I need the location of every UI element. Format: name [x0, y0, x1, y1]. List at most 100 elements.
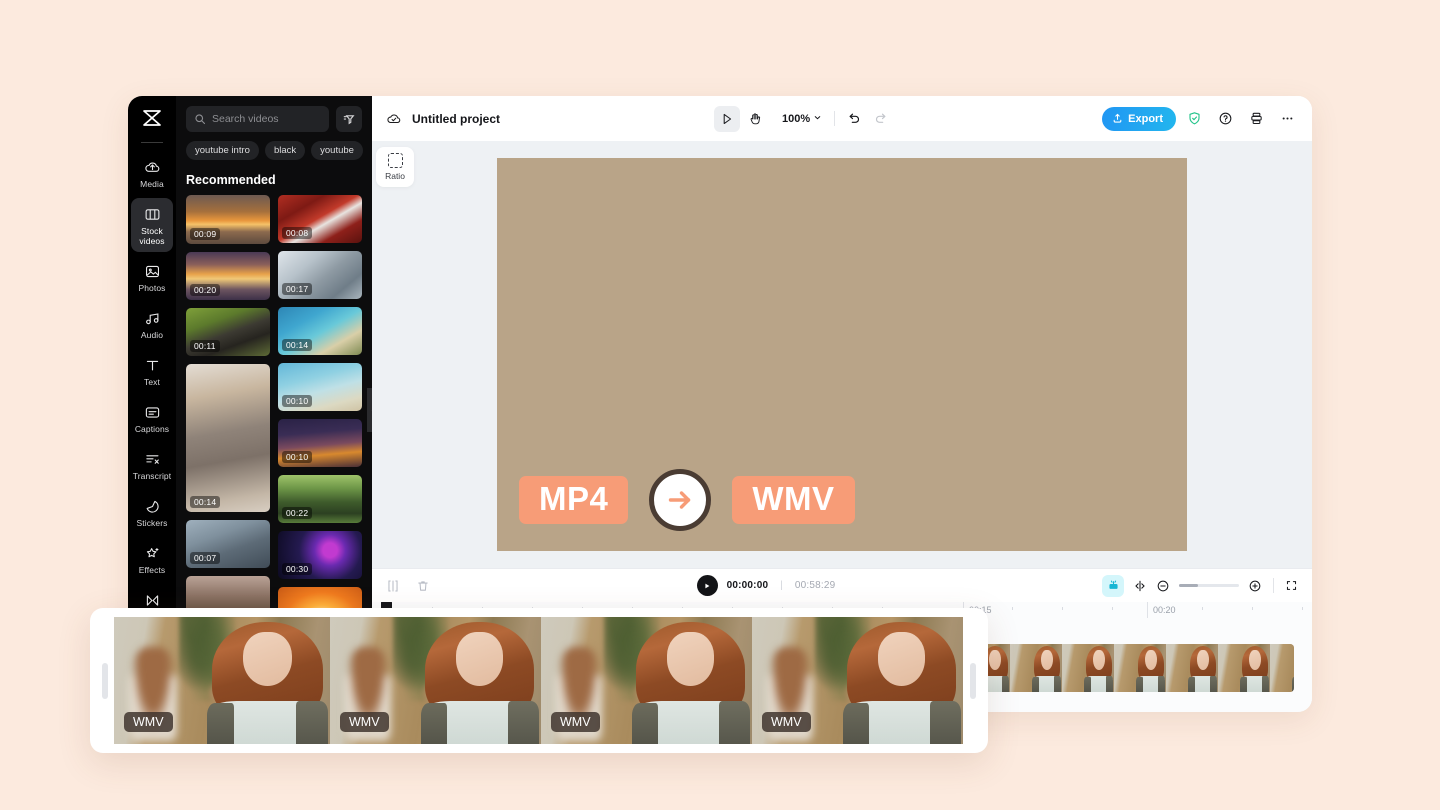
thumbnail-duration: 00:22	[282, 507, 312, 519]
thumbnail-grid: 00:09 00:20 00:11 00:14 00:07	[186, 195, 362, 635]
toolbar-divider	[1273, 578, 1274, 593]
thumbnail-duration: 00:20	[190, 284, 220, 296]
rail-divider	[141, 142, 163, 143]
frame-format-tag: WMV	[762, 712, 811, 732]
stock-video-thumbnail[interactable]: 00:08	[278, 195, 362, 243]
filter-chip-youtube-intro[interactable]: youtube intro	[186, 141, 259, 160]
split-clip-icon[interactable]	[386, 579, 400, 593]
thumbnail-duration: 00:11	[190, 340, 220, 352]
thumbnail-duration: 00:08	[282, 227, 312, 239]
filmstrip-frame[interactable]: WMV	[330, 617, 541, 744]
stock-video-thumbnail[interactable]: 00:10	[278, 419, 362, 467]
filter-funnel-icon[interactable]	[336, 106, 362, 132]
cloud-upload-icon	[143, 158, 161, 176]
stack-layers-icon[interactable]	[1243, 106, 1269, 132]
export-button-label: Export	[1128, 113, 1163, 125]
canvas-tools	[714, 106, 768, 132]
sidebar-item-effects[interactable]: Effects	[131, 537, 173, 581]
stock-video-thumbnail[interactable]: 00:10	[278, 363, 362, 411]
sidebar-item-text[interactable]: Text	[131, 349, 173, 393]
playback-controls: 00:00:00 | 00:58:29	[697, 575, 836, 596]
plus-circle-icon[interactable]	[1248, 579, 1262, 593]
fit-width-icon[interactable]	[1133, 579, 1147, 593]
sidebar-item-transcript[interactable]: Transcript	[131, 443, 173, 487]
filmstrip-left-handle[interactable]	[102, 663, 108, 699]
sidebar-item-label: Captions	[135, 424, 169, 434]
video-preview[interactable]: MP4 WMV	[497, 158, 1187, 551]
timeline-zoom-slider[interactable]	[1179, 584, 1239, 587]
sidebar-item-stickers[interactable]: Stickers	[131, 490, 173, 534]
stock-video-thumbnail[interactable]: 00:17	[278, 251, 362, 299]
stock-video-thumbnail[interactable]: 00:30	[278, 531, 362, 579]
filter-chip-youtube[interactable]: youtube	[311, 141, 363, 160]
hand-icon[interactable]	[742, 106, 768, 132]
filmstrip-frame[interactable]: WMV	[114, 617, 330, 744]
thumbnail-duration: 00:07	[190, 552, 220, 564]
search-input[interactable]: Search videos	[186, 106, 329, 132]
sidebar-item-stock-videos[interactable]: Stock videos	[131, 198, 173, 252]
arrow-right-icon	[649, 469, 711, 531]
top-right-actions: Export	[1102, 106, 1300, 132]
stock-video-thumbnail[interactable]: 00:14	[278, 307, 362, 355]
minus-circle-icon[interactable]	[1156, 579, 1170, 593]
shield-check-icon[interactable]	[1181, 106, 1207, 132]
filter-chip-black[interactable]: black	[265, 141, 305, 160]
play-button[interactable]	[697, 575, 718, 596]
ratio-button[interactable]: Ratio	[376, 147, 414, 187]
sidebar-item-captions[interactable]: Captions	[131, 396, 173, 440]
format-conversion-overlay: MP4 WMV	[519, 469, 855, 531]
thumbnail-duration: 00:09	[190, 228, 220, 240]
stock-video-thumbnail[interactable]: 00:22	[278, 475, 362, 523]
sidebar-item-label: Audio	[141, 330, 163, 340]
sidebar-item-label: Transcript	[133, 471, 171, 481]
current-timecode: 00:00:00	[727, 580, 769, 591]
ellipsis-icon[interactable]	[1274, 106, 1300, 132]
film-strip-icon	[143, 205, 161, 223]
filter-chip-list: youtube intro black youtube	[186, 141, 362, 160]
ruler-mark: 00:20	[1147, 602, 1176, 618]
undo-arrow-icon[interactable]	[847, 111, 862, 126]
thumbnail-duration: 00:10	[282, 451, 312, 463]
stock-video-thumbnail[interactable]: 00:09	[186, 195, 270, 244]
question-circle-icon[interactable]	[1212, 106, 1238, 132]
filmstrip-overlay[interactable]: WMV WMV WMV WMV	[90, 608, 988, 753]
export-button[interactable]: Export	[1102, 107, 1176, 131]
sidebar-item-label: Text	[144, 377, 160, 387]
music-note-icon	[143, 309, 161, 327]
sidebar-item-audio[interactable]: Audio	[131, 302, 173, 346]
panel-collapse-handle[interactable]: ‹	[367, 388, 372, 432]
fullscreen-icon[interactable]	[1285, 579, 1298, 592]
sidebar-item-label: Effects	[139, 565, 166, 575]
target-format-badge: WMV	[732, 476, 854, 524]
zoom-level-selector[interactable]: 100%	[782, 113, 822, 125]
sidebar-item-label: Photos	[138, 283, 165, 293]
sidebar-item-media[interactable]: Media	[131, 151, 173, 195]
transcript-lines-icon	[143, 450, 161, 468]
capcut-logo-icon[interactable]	[137, 104, 167, 134]
sidebar-item-photos[interactable]: Photos	[131, 255, 173, 299]
search-icon	[194, 113, 206, 125]
chevron-down-icon	[813, 113, 822, 125]
cursor-arrow-icon[interactable]	[714, 106, 740, 132]
transition-bowtie-icon	[143, 591, 161, 609]
filmstrip-right-handle[interactable]	[970, 663, 976, 699]
frame-format-tag: WMV	[124, 712, 173, 732]
upload-icon	[1112, 112, 1123, 126]
redo-arrow-icon[interactable]	[873, 111, 888, 126]
filmstrip-frames[interactable]: WMV WMV WMV WMV	[114, 617, 964, 744]
stock-video-thumbnail[interactable]: 00:20	[186, 252, 270, 300]
filmstrip-frame[interactable]: WMV	[752, 617, 963, 744]
timeline-view-controls	[1102, 575, 1298, 597]
zoom-slider-track[interactable]	[1179, 584, 1239, 587]
thumbnail-column-right: 00:08 00:17 00:14 00:10 00:10	[278, 195, 362, 635]
text-t-icon	[143, 356, 161, 374]
page-title[interactable]: Untitled project	[412, 112, 500, 126]
filmstrip-frame[interactable]: WMV	[541, 617, 752, 744]
trash-icon[interactable]	[416, 579, 430, 593]
stock-video-thumbnail[interactable]: 00:07	[186, 520, 270, 568]
search-placeholder: Search videos	[212, 113, 279, 125]
stock-video-thumbnail[interactable]: 00:11	[186, 308, 270, 356]
stock-video-thumbnail[interactable]: 00:14	[186, 364, 270, 512]
cloud-check-icon[interactable]	[386, 111, 402, 127]
ai-magic-icon[interactable]	[1102, 575, 1124, 597]
